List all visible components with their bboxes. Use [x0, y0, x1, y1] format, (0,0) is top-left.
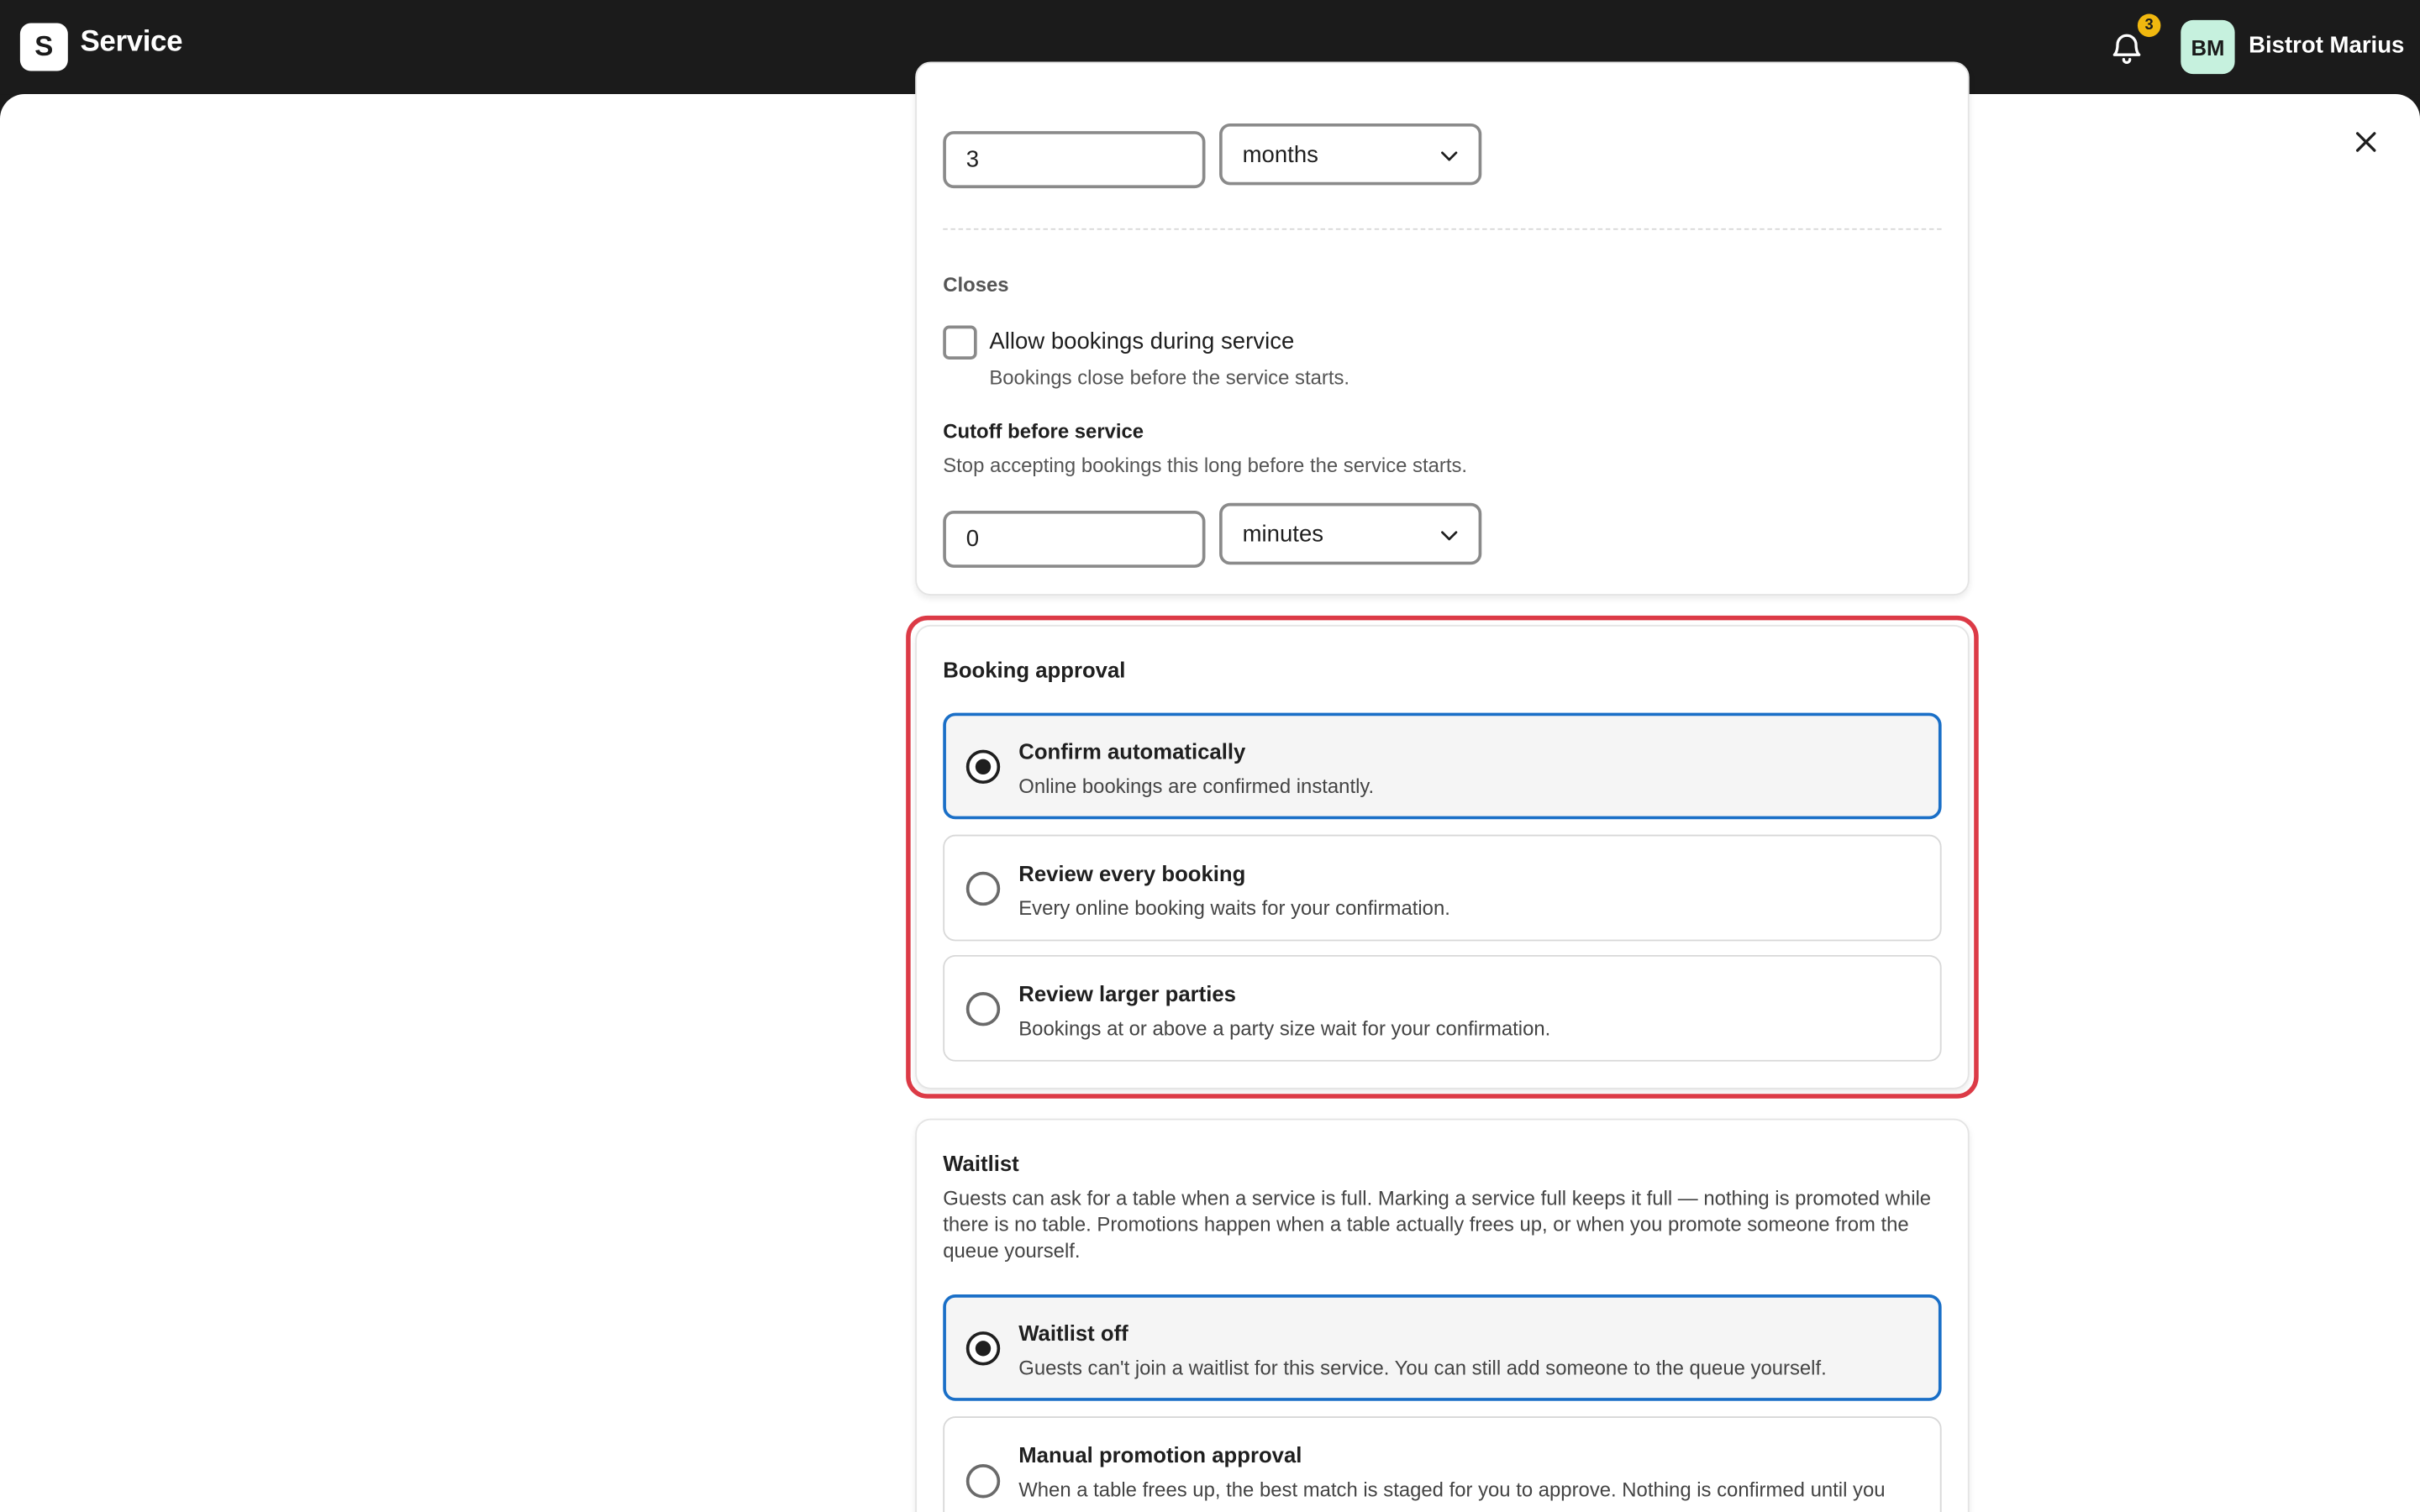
advance-unit-select[interactable]: months: [1219, 123, 1482, 186]
radio-unselected[interactable]: [965, 992, 1001, 1026]
option-title: Manual promotion approval: [1018, 1442, 1302, 1467]
approval-option-confirm-automatically[interactable]: Confirm automatically Online bookings ar…: [943, 712, 1942, 820]
app-logo[interactable]: S: [19, 23, 68, 71]
approval-option-review-larger-parties[interactable]: Review larger parties Bookings at or abo…: [943, 954, 1942, 1062]
option-description: Online bookings are confirmed instantly.: [1018, 774, 1375, 798]
waitlist-option-off[interactable]: Waitlist off Guests can't join a waitlis…: [943, 1294, 1942, 1401]
option-title: Review every booking: [1018, 860, 1246, 886]
org-name[interactable]: Bistrot Marius: [2249, 33, 2404, 59]
allow-during-service-hint: Bookings close before the service starts…: [989, 365, 1350, 389]
radio-selected[interactable]: [965, 749, 1001, 785]
radio-unselected[interactable]: [965, 871, 1001, 906]
app-title: Service: [80, 26, 183, 59]
cutoff-unit-value: minutes: [1242, 520, 1324, 548]
radio-unselected[interactable]: [965, 1464, 1001, 1499]
option-title: Review larger parties: [1018, 981, 1236, 1006]
cutoff-title: Cutoff before service: [943, 419, 1144, 444]
chevron-down-icon: [1441, 151, 1458, 161]
app-root: S Service 3 BM Bistrot Marius months Clo…: [0, 0, 2420, 1512]
waitlist-option-manual-promotion[interactable]: Manual promotion approval When a table f…: [943, 1416, 1942, 1512]
approval-option-review-every-booking[interactable]: Review every booking Every online bookin…: [943, 834, 1942, 942]
chevron-down-icon: [1441, 531, 1458, 541]
allow-during-service-checkbox[interactable]: [943, 325, 977, 360]
closes-heading: Closes: [943, 273, 1009, 297]
cutoff-value-input[interactable]: [943, 510, 1206, 568]
option-description: Guests can't join a waitlist for this se…: [1018, 1356, 1827, 1380]
allow-during-service-label[interactable]: Allow bookings during service: [989, 328, 1294, 354]
advance-value-input[interactable]: [943, 131, 1206, 189]
avatar[interactable]: BM: [2181, 19, 2235, 75]
option-description: Bookings at or above a party size wait f…: [1018, 1016, 1551, 1040]
radio-selected[interactable]: [965, 1331, 1001, 1366]
advance-unit-value: months: [1242, 141, 1318, 168]
option-title: Waitlist off: [1018, 1320, 1128, 1346]
notification-badge: 3: [2137, 13, 2161, 38]
bell-icon[interactable]: [2108, 29, 2145, 66]
cutoff-unit-select[interactable]: minutes: [1219, 502, 1482, 565]
booking-approval-title: Booking approval: [943, 657, 1126, 682]
option-description: When a table frees up, the best match is…: [1018, 1478, 1886, 1502]
close-icon[interactable]: [2348, 123, 2385, 160]
waitlist-description: Guests can ask for a table when a servic…: [943, 1186, 1932, 1263]
option-description: Every online booking waits for your conf…: [1018, 896, 1450, 920]
option-title: Confirm automatically: [1018, 738, 1246, 764]
waitlist-title: Waitlist: [943, 1151, 1019, 1176]
cutoff-description: Stop accepting bookings this long before…: [943, 454, 1468, 477]
section-divider: [943, 228, 1942, 230]
